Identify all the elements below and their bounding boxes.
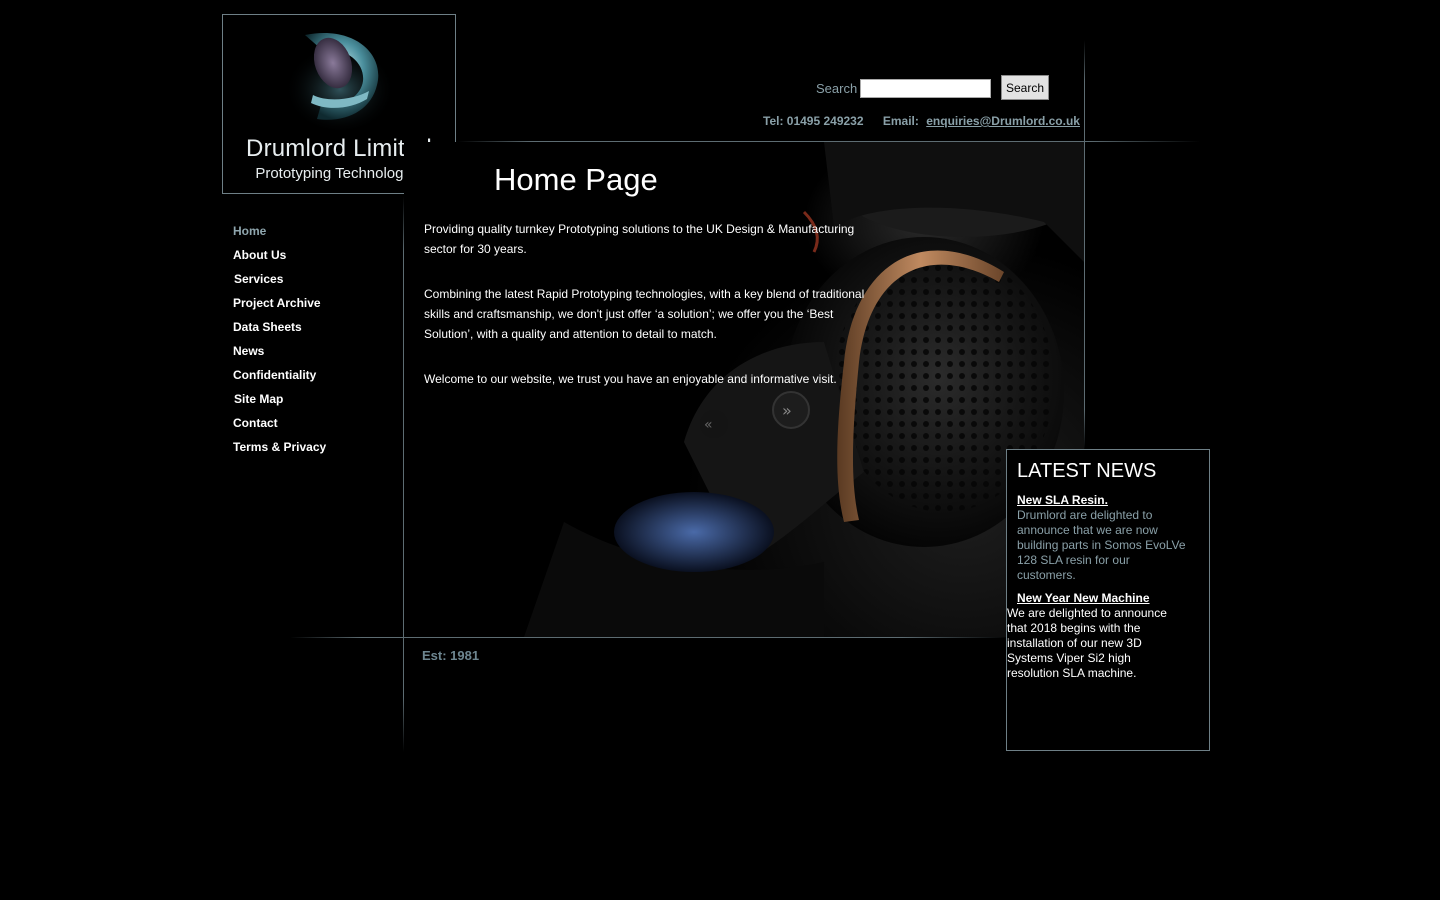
intro-paragraph: Providing quality turnkey Prototyping so…: [424, 222, 855, 256]
main-nav: Home About Us Services Project Archive D…: [233, 223, 393, 463]
main-content: Providing quality turnkey Prototyping so…: [424, 219, 874, 414]
nav-item-services[interactable]: Services: [233, 271, 393, 295]
established-label: Est: 1981: [422, 648, 480, 663]
news-item-body: Drumlord are delighted to announce that …: [1017, 508, 1186, 582]
email-link[interactable]: enquiries@Drumlord.co.uk: [926, 114, 1080, 128]
nav-item-news[interactable]: News: [233, 343, 393, 367]
solution-paragraph: Combining the latest Rapid Prototyping t…: [424, 287, 865, 341]
search-button[interactable]: Search: [1001, 75, 1049, 100]
nav-item-about-us[interactable]: About Us: [233, 247, 393, 271]
svg-text:«: «: [704, 417, 713, 433]
email-label: Email:: [882, 114, 919, 128]
nav-item-confidentiality[interactable]: Confidentiality: [233, 367, 393, 391]
search-input[interactable]: [860, 79, 991, 98]
nav-item-data-sheets[interactable]: Data Sheets: [233, 319, 393, 343]
news-item-title[interactable]: New Year New Machine: [1017, 591, 1150, 605]
news-heading: LATEST NEWS: [1017, 460, 1157, 482]
telephone: Tel: 01495 249232: [763, 114, 864, 128]
nav-item-home[interactable]: Home: [233, 223, 393, 247]
right-divider: [1084, 40, 1085, 450]
nav-item-terms-privacy[interactable]: Terms & Privacy: [233, 439, 393, 463]
welcome-paragraph: Welcome to our website, we trust you hav…: [424, 372, 837, 386]
nav-item-project-archive[interactable]: Project Archive: [233, 295, 393, 319]
contact-info: Tel: 01495 249232 Email: enquiries@Druml…: [763, 114, 1080, 128]
footer-divider: [290, 637, 1010, 638]
nav-item-contact[interactable]: Contact: [233, 415, 393, 439]
news-item-title[interactable]: New SLA Resin.: [1017, 493, 1108, 507]
latest-news-panel: LATEST NEWS New SLA Resin. Drumlord are …: [1006, 449, 1210, 751]
news-item-body: We are delighted to announce that 2018 b…: [1007, 606, 1167, 680]
search-label: Search: [816, 81, 858, 96]
nav-item-site-map[interactable]: Site Map: [233, 391, 393, 415]
drumlord-d-logo-icon: [285, 33, 395, 130]
page-title: Home Page: [494, 162, 658, 197]
